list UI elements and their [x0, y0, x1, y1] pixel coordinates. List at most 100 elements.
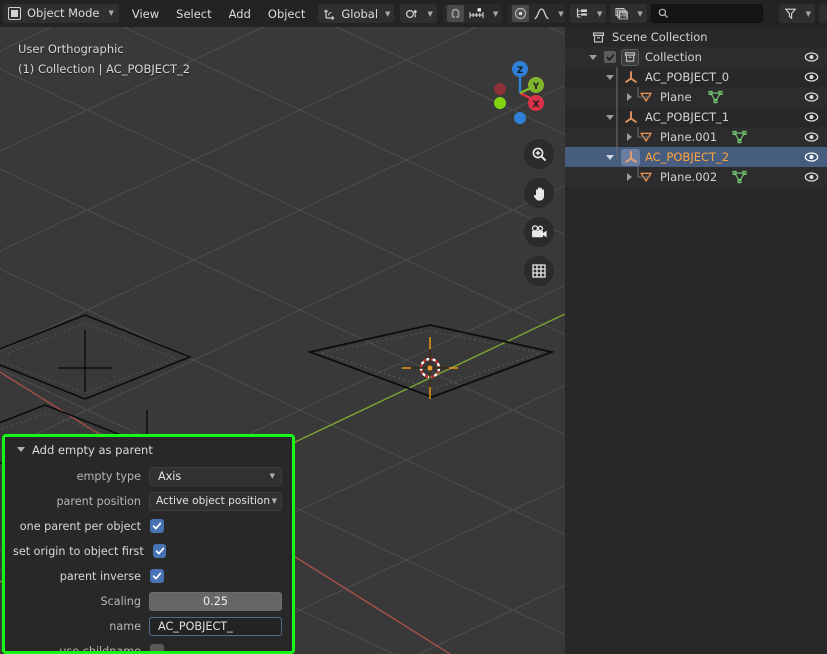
use-childname-checkbox[interactable]: [150, 644, 164, 651]
pivot-point-selector[interactable]: ▼: [400, 4, 437, 23]
outliner-row-plane-001[interactable]: Plane.001: [565, 127, 827, 147]
proportional-edit-icon[interactable]: [512, 5, 530, 22]
name-input[interactable]: AC_POBJECT_: [149, 616, 282, 636]
plane-object-0: [0, 314, 193, 400]
field-label: parent inverse: [59, 569, 141, 583]
empty-type-dropdown[interactable]: Axis ▼: [149, 466, 282, 486]
chevron-down-icon: ▼: [597, 9, 603, 18]
snap-magnet-icon[interactable]: [446, 5, 464, 22]
operator-panel-body: empty type Axis ▼ parent position Active…: [5, 462, 292, 654]
chevron-down-icon[interactable]: [606, 114, 614, 120]
menu-add[interactable]: Add: [222, 4, 258, 23]
mode-selector[interactable]: Object Mode ▼: [3, 4, 119, 23]
mesh-data-icon[interactable]: [731, 130, 747, 145]
outliner-row-ac-pobject-0[interactable]: AC_POBJECT_0: [565, 67, 827, 87]
visibility-eye-icon[interactable]: [804, 111, 819, 123]
collection-visibility-checkbox[interactable]: [604, 51, 616, 63]
chevron-down-icon: ▼: [271, 497, 277, 505]
chevron-right-icon[interactable]: [627, 133, 632, 141]
pan-tool[interactable]: [524, 178, 554, 208]
chevron-down-icon[interactable]: [606, 74, 614, 80]
outliner-search-box[interactable]: [650, 4, 763, 23]
scaling-value: 0.25: [203, 594, 228, 608]
blender-window: Object Mode ▼ View Select Add Object Glo…: [0, 0, 827, 654]
field-label: name: [109, 619, 141, 633]
outliner-filter-button[interactable]: ▼: [778, 4, 815, 23]
outliner-row-label: Collection: [645, 50, 702, 64]
grid-icon: [532, 264, 546, 278]
visibility-eye-icon[interactable]: [804, 91, 819, 103]
gizmo-neg-y: [494, 97, 506, 109]
search-input[interactable]: [673, 7, 756, 20]
transform-orientation-selector[interactable]: Global ▼: [318, 4, 395, 23]
outliner-filter-extra[interactable]: [819, 4, 827, 23]
orientation-label: Global: [341, 6, 379, 21]
menu-object[interactable]: Object: [261, 4, 312, 23]
gizmo-neg-z: [514, 112, 526, 124]
chevron-down-icon: ▼: [269, 472, 275, 480]
chevron-down-icon[interactable]: ▼: [558, 10, 563, 18]
set-origin-to-object-first-checkbox[interactable]: [152, 544, 167, 558]
zoom-tool[interactable]: [524, 139, 554, 169]
viewport-header: Object Mode ▼ View Select Add Object Glo…: [0, 0, 594, 27]
search-icon: [658, 4, 669, 23]
outliner-row-scene-collection[interactable]: Scene Collection: [565, 27, 827, 47]
field-empty-type: empty type Axis ▼: [13, 465, 282, 487]
svg-text:X: X: [533, 100, 540, 110]
svg-text:Y: Y: [532, 82, 540, 92]
outliner-display-mode-selector[interactable]: ▼: [570, 4, 607, 23]
3d-viewport[interactable]: User Orthographic (1) Collection | AC_PO…: [0, 27, 565, 654]
toggle-ortho-tool[interactable]: [524, 256, 554, 286]
one-parent-per-object-checkbox[interactable]: [150, 519, 164, 533]
scene-collection-icon: [590, 30, 606, 45]
field-parent-position: parent position Active object position ▼: [13, 490, 282, 512]
outliner-row-ac-pobject-2[interactable]: AC_POBJECT_2: [565, 147, 827, 167]
menu-view[interactable]: View: [125, 4, 166, 23]
visibility-eye-icon[interactable]: [804, 151, 819, 163]
scaling-slider[interactable]: 0.25: [149, 591, 282, 611]
outliner-row-collection[interactable]: Collection: [565, 47, 827, 67]
filter-id-type-selector[interactable]: ▼: [610, 4, 647, 23]
camera-view-tool[interactable]: [524, 217, 554, 247]
falloff-curve-icon[interactable]: [532, 6, 551, 21]
visibility-eye-icon[interactable]: [804, 131, 819, 143]
field-label: use childname: [59, 644, 141, 654]
menu-select[interactable]: Select: [169, 4, 218, 23]
chevron-right-icon[interactable]: [627, 93, 632, 101]
mesh-object-icon: [638, 90, 654, 105]
chevron-right-icon[interactable]: [627, 173, 632, 181]
svg-text:Z: Z: [517, 66, 524, 76]
visibility-eye-icon[interactable]: [804, 51, 819, 63]
outliner-row-label: AC_POBJECT_1: [645, 110, 730, 124]
operator-redo-panel[interactable]: Add empty as parent empty type Axis ▼ pa…: [2, 434, 295, 654]
outliner-panel[interactable]: Scene Collection Collection AC_POBJECT_0…: [565, 27, 827, 654]
outliner-row-ac-pobject-1[interactable]: AC_POBJECT_1: [565, 107, 827, 127]
chevron-down-icon: [17, 447, 25, 452]
visibility-eye-icon[interactable]: [804, 71, 819, 83]
visibility-eye-icon[interactable]: [804, 171, 819, 183]
navigation-gizmo[interactable]: Z X Y: [478, 55, 550, 127]
chevron-down-icon[interactable]: [589, 54, 597, 60]
chevron-down-icon[interactable]: ▼: [493, 10, 498, 18]
chevron-down-icon: ▼: [385, 9, 391, 18]
mesh-data-icon[interactable]: [708, 90, 724, 105]
outliner-row-label: Plane.001: [660, 130, 718, 144]
chevron-down-icon[interactable]: [606, 154, 614, 160]
operator-panel-header[interactable]: Add empty as parent: [5, 437, 292, 462]
zoom-icon: [532, 147, 546, 161]
snap-increment-icon[interactable]: [467, 6, 486, 21]
mesh-object-icon: [638, 130, 654, 145]
chevron-down-icon: ▼: [427, 9, 433, 18]
proportional-edit-controls: ▼: [508, 4, 568, 23]
mesh-data-icon[interactable]: [731, 170, 747, 185]
outliner-row-plane[interactable]: Plane: [565, 87, 827, 107]
parent-position-dropdown[interactable]: Active object position ▼: [149, 491, 282, 511]
field-label: parent position: [56, 494, 141, 508]
orientation-icon: [322, 6, 338, 21]
field-label: empty type: [76, 469, 141, 483]
parent-inverse-checkbox[interactable]: [150, 569, 164, 583]
gizmo-neg-x: [494, 83, 506, 95]
object-mode-icon: [6, 6, 22, 21]
field-set-origin-to-object-first: set origin to object first: [13, 540, 282, 562]
outliner-row-plane-002[interactable]: Plane.002: [565, 167, 827, 187]
